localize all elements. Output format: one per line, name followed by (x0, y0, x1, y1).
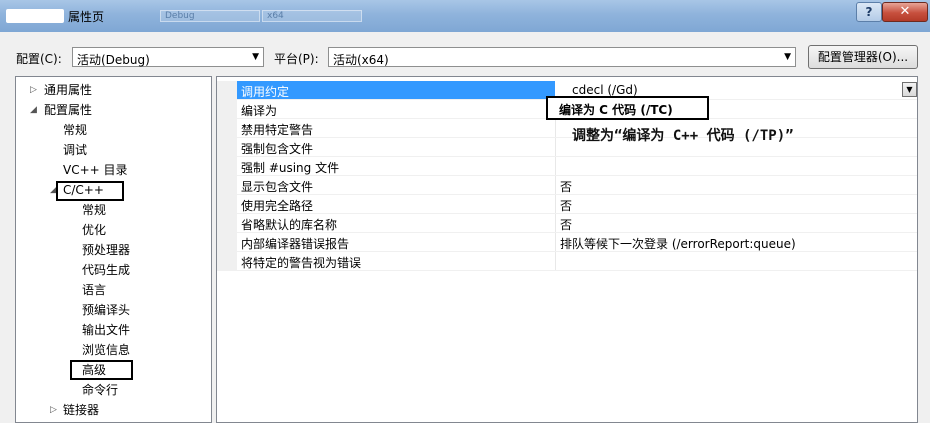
divider (555, 119, 556, 137)
property-value[interactable]: 排队等候下一次登录 (/errorReport:queue) (560, 235, 796, 252)
divider (555, 233, 556, 251)
divider (555, 138, 556, 156)
tree-item[interactable]: 预处理器 (82, 241, 130, 259)
title-bar (0, 0, 930, 32)
tree-item[interactable]: 浏览信息 (82, 341, 130, 359)
property-name: 编译为 (241, 104, 278, 118)
row-gutter (217, 119, 237, 137)
property-value[interactable]: 否 (560, 178, 572, 195)
compile-as-value-highlight[interactable]: 编译为 C 代码 (/TC) (546, 96, 709, 120)
background-tab: x64 (262, 10, 362, 22)
row-gutter (217, 157, 237, 175)
property-name: 内部编译器错误报告 (241, 237, 350, 251)
platform-select[interactable]: 活动(x64) ▼ (328, 47, 796, 67)
redacted-title (6, 9, 64, 23)
chevron-down-icon: ▼ (906, 85, 913, 94)
tree-item[interactable]: 语言 (82, 281, 106, 299)
property-value: 编译为 C 代码 (/TC) (559, 103, 673, 117)
config-label: 配置(C): (16, 52, 62, 66)
platform-label: 平台(P): (274, 52, 319, 66)
property-value[interactable]: 否 (560, 216, 572, 233)
grid-row[interactable]: 使用完全路径 否 (217, 195, 917, 214)
divider (555, 252, 556, 270)
tree-item[interactable]: 代码生成 (82, 261, 130, 279)
row-gutter (217, 195, 237, 213)
grid-row[interactable]: 强制包含文件 (217, 138, 917, 157)
tree-item[interactable]: 常规 (63, 121, 87, 139)
tree-item[interactable]: 预编译头 (82, 301, 130, 319)
property-tree: ▷ 通用属性 ◢ 配置属性 常规 调试 VC++ 目录 ◢ C/C++ 常规 优… (15, 76, 212, 423)
property-name: 使用完全路径 (241, 199, 314, 213)
grid-row[interactable]: 省略默认的库名称 否 (217, 214, 917, 233)
property-value[interactable]: __cdecl (/Gd) (560, 83, 638, 97)
chevron-down-icon: ▼ (784, 52, 791, 62)
property-name: 强制包含文件 (241, 142, 314, 156)
highlight-box (56, 181, 124, 201)
tree-item-label: 配置属性 (44, 103, 93, 117)
window-title: 属性页 (68, 10, 105, 24)
chevron-down-icon: ▼ (252, 52, 259, 62)
tree-item-label: 链接器 (63, 403, 100, 417)
tree-item[interactable]: 调试 (63, 141, 87, 159)
background-tab: Debug (160, 10, 260, 22)
highlight-box (70, 360, 133, 380)
property-name: 强制 #using 文件 (241, 161, 340, 175)
grid-row[interactable]: 显示包含文件 否 (217, 176, 917, 195)
config-select[interactable]: 活动(Debug) ▼ (72, 47, 264, 67)
config-manager-button[interactable]: 配置管理器(O)... (808, 45, 918, 69)
property-value[interactable]: 否 (560, 197, 572, 214)
config-value: 活动(Debug) (77, 53, 150, 67)
expand-icon[interactable]: ▷ (30, 81, 37, 99)
grid-row[interactable]: 禁用特定警告 (217, 119, 917, 138)
row-gutter (217, 176, 237, 194)
row-gutter (217, 233, 237, 251)
property-name: 调用约定 (241, 85, 290, 99)
row-gutter (217, 81, 237, 99)
help-button[interactable]: ? (856, 2, 882, 22)
close-icon: ✕ (899, 4, 911, 19)
tree-item[interactable]: 命令行 (82, 381, 118, 399)
row-gutter (217, 138, 237, 156)
grid-row[interactable]: 内部编译器错误报告 排队等候下一次登录 (/errorReport:queue) (217, 233, 917, 252)
expand-icon[interactable]: ▷ (50, 401, 57, 419)
property-name: 省略默认的库名称 (241, 218, 338, 232)
property-name: 禁用特定警告 (241, 123, 314, 137)
property-name: 显示包含文件 (241, 180, 314, 194)
property-grid: 调用约定 __cdecl (/Gd) ▼ 编译为 禁用特定警告 强制包含文件 强… (216, 76, 918, 423)
annotation-text: 调整为“编译为 C++ 代码 (/TP)” (572, 128, 794, 144)
dropdown-button[interactable]: ▼ (902, 82, 917, 97)
grid-row[interactable]: 强制 #using 文件 (217, 157, 917, 176)
divider (555, 176, 556, 194)
divider (555, 214, 556, 232)
tree-item[interactable]: VC++ 目录 (63, 161, 128, 179)
row-gutter (217, 100, 237, 118)
tree-item[interactable]: 常规 (82, 201, 106, 219)
divider (555, 157, 556, 175)
tree-item-label: 通用属性 (44, 83, 93, 97)
close-button[interactable]: ✕ (882, 2, 928, 22)
row-gutter (217, 214, 237, 232)
grid-row[interactable]: 将特定的警告视为错误 (217, 252, 917, 271)
collapse-icon[interactable]: ◢ (30, 101, 37, 119)
tree-item[interactable]: 优化 (82, 221, 106, 239)
tree-item[interactable]: 输出文件 (82, 321, 130, 339)
divider (555, 195, 556, 213)
platform-value: 活动(x64) (333, 53, 389, 67)
row-gutter (217, 252, 237, 270)
property-name: 将特定的警告视为错误 (241, 256, 362, 270)
